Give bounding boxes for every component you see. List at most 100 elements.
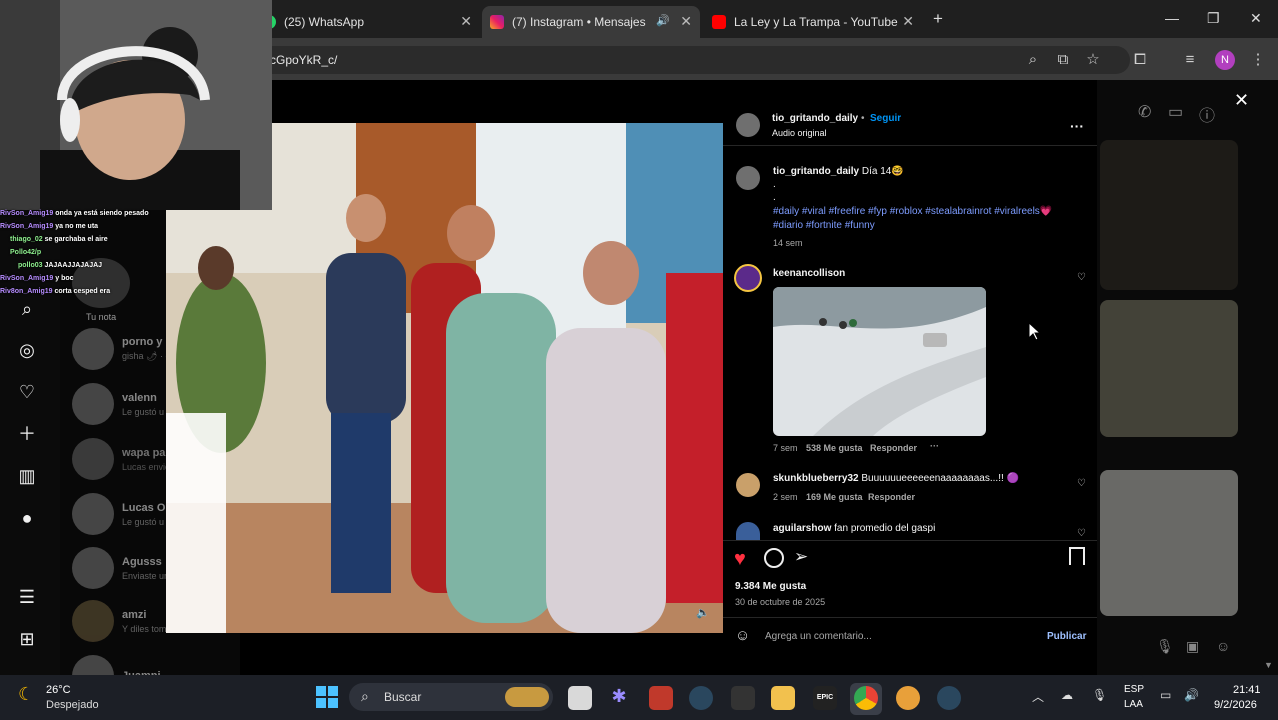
mute-icon[interactable]: 🔈 [696,606,710,619]
microphone-icon[interactable]: 🎙 [1092,688,1107,702]
comment-gif[interactable] [773,287,986,436]
profile-avatar[interactable]: N [1215,50,1235,70]
comment-likes[interactable]: 538 Me gusta [806,443,863,453]
comment-icon[interactable] [764,548,784,568]
comment-username[interactable]: keenancollison [773,268,845,279]
image-icon[interactable]: ▣ [1186,638,1199,655]
game-app-icon[interactable] [896,686,920,710]
comment-username[interactable]: skunkblueberry32 [773,473,859,484]
clock-time[interactable]: 21:41 [1233,684,1261,696]
publish-button[interactable]: Publicar [1047,631,1086,642]
explore-icon[interactable]: ◎ [16,339,38,361]
create-icon[interactable]: ＋ [16,423,38,445]
epic-games-icon[interactable]: EPIC [813,686,837,710]
emoji-icon[interactable]: ☺ [735,627,750,644]
sticker-icon[interactable]: ☺ [1216,638,1230,654]
minimize-icon[interactable]: — [1165,10,1179,26]
amongus-app-icon[interactable] [649,686,673,710]
like-heart-icon[interactable]: ♥ [734,548,746,571]
comment-like-icon[interactable]: ♡ [1077,528,1086,539]
weather-temp[interactable]: 26°C [46,684,71,696]
tray-chevron-icon[interactable]: ︿ [1032,688,1044,705]
list-item[interactable]: amzi Y diles tom [72,600,166,642]
close-window-icon[interactable]: ✕ [1250,10,1262,27]
streaming-app-icon[interactable] [731,686,755,710]
spider-app-icon[interactable]: ✱ [607,686,631,710]
avatar[interactable] [734,264,762,292]
install-app-icon[interactable]: ⧉ [1053,50,1073,70]
comment-input[interactable]: Agrega un comentario... [765,631,872,642]
reply-button[interactable]: Responder [870,443,917,453]
tray-app-icon[interactable]: ☁ [1061,688,1073,702]
hashtags[interactable]: #diario #fortnite #funny [773,220,875,231]
reply-button[interactable]: Responder [868,492,915,502]
audio-label[interactable]: Audio original [772,128,827,138]
microphone-icon[interactable]: 🎙 [1156,638,1174,655]
avatar[interactable] [736,166,760,190]
steam-icon[interactable] [937,686,961,710]
keyboard-layout[interactable]: LAA [1124,699,1143,710]
network-icon[interactable]: ▭ [1160,688,1171,702]
more-menu-icon[interactable]: ☰ [16,586,38,608]
avatar[interactable] [736,113,760,137]
caption-username[interactable]: tio_gritando_daily [773,166,859,177]
comment-username[interactable]: aguilarshow [773,523,831,534]
zoom-icon[interactable]: ⌕ [1023,50,1043,70]
reel-thumbnail[interactable] [1100,300,1238,437]
share-icon[interactable]: ➢ [794,547,808,567]
like-count[interactable]: 9.384 Me gusta [735,581,806,592]
list-item[interactable]: Agusss Enviaste ur [72,547,167,589]
comment-like-icon[interactable]: ♡ [1077,272,1086,283]
info-icon[interactable]: ⓘ [1199,102,1215,126]
tab-instagram[interactable]: (7) Instagram • Mensajes 🔊 ✕ [482,6,700,38]
menu-kebab-icon[interactable]: ⋮ [1248,50,1268,70]
extensions-icon[interactable]: ⧠ [1130,50,1150,70]
volume-icon[interactable]: 🔊 [1184,688,1199,702]
threads-icon[interactable]: ⊞ [16,628,38,650]
heart-icon[interactable]: ♡ [16,381,38,403]
task-view-icon[interactable] [568,686,592,710]
list-item[interactable]: porno y n gisha 🌶 · en [72,328,175,370]
list-item[interactable]: wapa pal Lucas envió [72,438,170,480]
close-tab-icon[interactable]: ✕ [460,13,472,30]
bookmark-star-icon[interactable]: ☆ [1083,50,1103,70]
comment-likes[interactable]: 169 Me gusta [806,492,863,502]
phone-icon[interactable]: ✆ [1138,102,1151,122]
more-options-icon[interactable]: ··· [1070,118,1084,134]
close-tab-icon[interactable]: ✕ [902,13,914,30]
maximize-icon[interactable]: ❐ [1207,10,1220,27]
reel-thumbnail[interactable] [1100,140,1238,290]
comment-more-icon[interactable]: ··· [930,441,939,451]
address-bar[interactable]: cGpoYkR_c/ [240,46,1130,74]
media-control-icon[interactable]: ≡ [1180,50,1200,70]
close-modal-button[interactable]: ✕ [1234,90,1249,111]
list-item[interactable]: Lucas Ort Le gustó u [72,493,173,535]
post-username[interactable]: tio_gritando_daily [772,113,858,124]
follow-button[interactable]: Seguir [870,113,901,124]
taskbar-search[interactable]: ⌕ Buscar [349,683,553,711]
profile-icon[interactable]: ● [16,507,38,529]
comment-like-icon[interactable]: ♡ [1077,478,1086,489]
language-code[interactable]: ESP [1124,684,1144,695]
save-bookmark-icon[interactable] [1069,547,1085,565]
tab-whatsapp[interactable]: (25) WhatsApp ✕ [262,6,480,38]
clock-date[interactable]: 9/2/2026 [1214,699,1257,711]
steam-icon[interactable] [689,686,713,710]
dashboard-icon[interactable]: ▥ [16,465,38,487]
file-explorer-icon[interactable] [771,686,795,710]
chrome-icon[interactable] [854,686,878,710]
tab-youtube[interactable]: La Ley y La Trampa - YouTube ✕ [712,6,922,38]
windows-start-icon[interactable] [316,686,338,708]
weather-moon-icon[interactable]: ☾ [18,684,34,705]
hashtags[interactable]: #daily #viral #freefire #fyp #roblox #st… [773,206,1052,217]
new-tab-button[interactable]: + [933,9,943,29]
avatar[interactable] [736,473,760,497]
list-item[interactable]: valenn Le gustó u [72,383,164,425]
video-call-icon[interactable]: ▭ [1168,102,1183,122]
close-tab-icon[interactable]: ✕ [680,13,692,30]
weather-desc[interactable]: Despejado [46,699,99,711]
avatar[interactable] [736,522,760,540]
scroll-down-icon[interactable]: ▼ [1264,660,1273,670]
reel-thumbnail[interactable] [1100,470,1238,616]
search-icon[interactable]: ⌕ [16,298,38,320]
